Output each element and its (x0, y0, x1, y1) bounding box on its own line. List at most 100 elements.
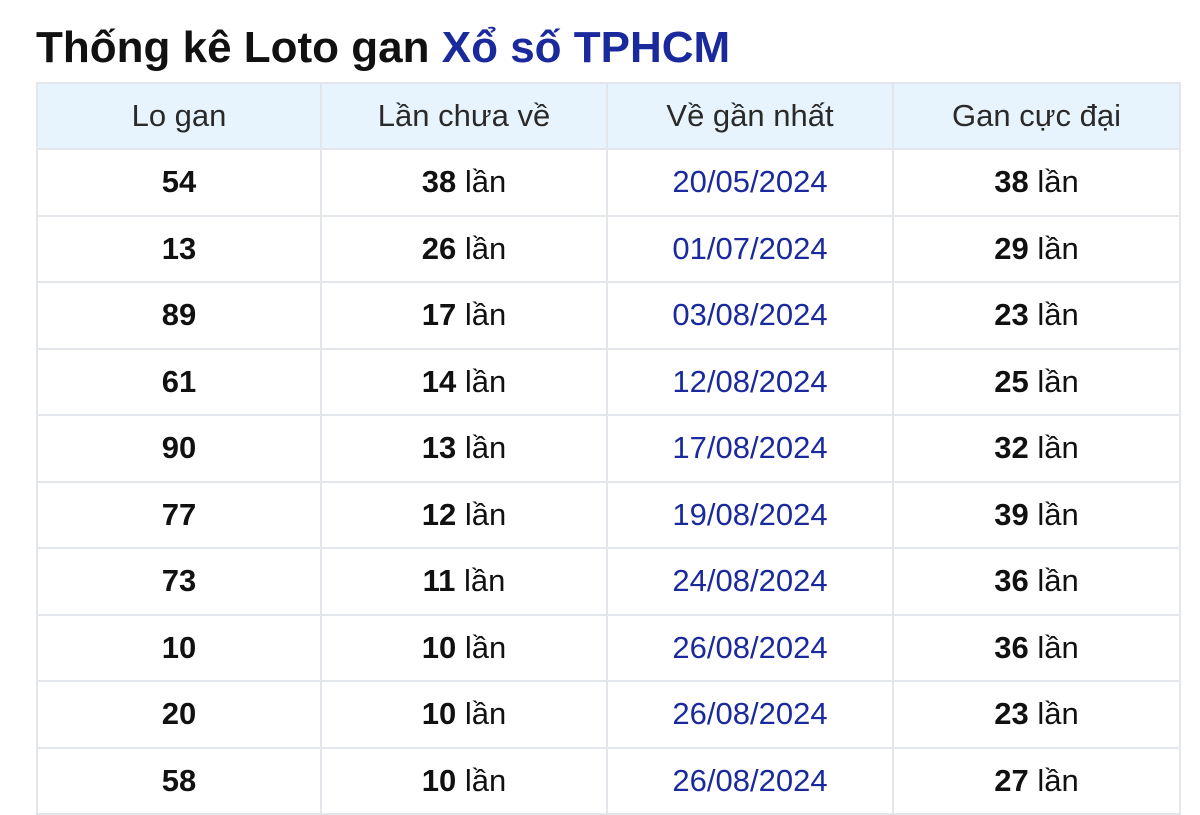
missed-count: 17 (421, 297, 457, 333)
cell-lo-gan: 54 (36, 148, 322, 217)
max-count: 23 (994, 297, 1029, 333)
max-count: 36 (994, 563, 1029, 599)
cell-ve-gan-nhat: 26/08/2024 (606, 746, 894, 815)
cell-lan-chua-ve: 17 lần (320, 281, 608, 350)
header-lan-chua-ve: Lần chưa về (320, 82, 608, 150)
header-ve-gan-nhat: Về gần nhất (606, 82, 894, 150)
lo-number: 77 (161, 496, 197, 532)
cell-lo-gan: 73 (36, 547, 322, 616)
last-date: 03/08/2024 (672, 297, 828, 333)
table-row: 54 38 lần 20/05/2024 38 lần (36, 148, 1181, 217)
cell-gan-cuc-dai: 27 lần (892, 746, 1181, 815)
table-row: 58 10 lần 26/08/2024 27 lần (36, 746, 1181, 815)
loto-gan-table: Lo gan Lần chưa về Về gần nhất Gan cực đ… (36, 82, 1181, 815)
max-unit: lần (1037, 496, 1079, 532)
max-count: 38 (994, 164, 1029, 200)
cell-ve-gan-nhat: 26/08/2024 (606, 680, 894, 749)
max-unit: lần (1037, 230, 1079, 266)
cell-lan-chua-ve: 10 lần (320, 613, 608, 682)
cell-lo-gan: 89 (36, 281, 322, 350)
last-date: 24/08/2024 (672, 563, 828, 599)
cell-lo-gan: 90 (36, 414, 322, 483)
max-count: 25 (994, 363, 1029, 399)
missed-count: 10 (421, 629, 457, 665)
cell-gan-cuc-dai: 23 lần (892, 281, 1181, 350)
table-row: 20 10 lần 26/08/2024 23 lần (36, 680, 1181, 749)
missed-unit: lần (464, 696, 507, 732)
cell-ve-gan-nhat: 12/08/2024 (606, 347, 894, 416)
cell-gan-cuc-dai: 32 lần (892, 414, 1181, 483)
max-unit: lần (1037, 762, 1079, 798)
max-unit: lần (1037, 430, 1079, 466)
cell-gan-cuc-dai: 29 lần (892, 214, 1181, 283)
table-row: 13 26 lần 01/07/2024 29 lần (36, 214, 1181, 283)
cell-ve-gan-nhat: 20/05/2024 (606, 148, 894, 217)
cell-gan-cuc-dai: 25 lần (892, 347, 1181, 416)
last-date: 26/08/2024 (672, 696, 828, 732)
last-date: 26/08/2024 (672, 629, 828, 665)
lo-number: 20 (161, 696, 197, 732)
max-count: 32 (994, 430, 1029, 466)
last-date: 12/08/2024 (672, 363, 828, 399)
max-count: 23 (994, 696, 1029, 732)
cell-lan-chua-ve: 38 lần (320, 148, 608, 217)
cell-ve-gan-nhat: 26/08/2024 (606, 613, 894, 682)
cell-lan-chua-ve: 12 lần (320, 480, 608, 549)
header-gan-cuc-dai: Gan cực đại (892, 82, 1181, 150)
cell-lo-gan: 58 (36, 746, 322, 815)
lo-number: 89 (161, 297, 197, 333)
max-unit: lần (1037, 297, 1079, 333)
table-row: 61 14 lần 12/08/2024 25 lần (36, 347, 1181, 416)
cell-lan-chua-ve: 10 lần (320, 680, 608, 749)
table-row: 89 17 lần 03/08/2024 23 lần (36, 281, 1181, 350)
cell-ve-gan-nhat: 03/08/2024 (606, 281, 894, 350)
cell-ve-gan-nhat: 24/08/2024 (606, 547, 894, 616)
max-unit: lần (1037, 164, 1079, 200)
last-date: 26/08/2024 (672, 762, 828, 798)
max-count: 39 (994, 496, 1029, 532)
missed-unit: lần (464, 762, 507, 798)
cell-lo-gan: 10 (36, 613, 322, 682)
lo-number: 10 (161, 629, 197, 665)
missed-unit: lần (464, 297, 507, 333)
max-count: 29 (994, 230, 1029, 266)
cell-gan-cuc-dai: 23 lần (892, 680, 1181, 749)
cell-lo-gan: 13 (36, 214, 322, 283)
missed-count: 14 (421, 363, 457, 399)
last-date: 17/08/2024 (672, 430, 828, 466)
missed-count: 13 (421, 430, 457, 466)
missed-count: 26 (421, 230, 457, 266)
missed-count: 10 (421, 762, 457, 798)
table-row: 90 13 lần 17/08/2024 32 lần (36, 414, 1181, 483)
table-header: Lo gan Lần chưa về Về gần nhất Gan cực đ… (36, 82, 1181, 150)
table-header-row: Lo gan Lần chưa về Về gần nhất Gan cực đ… (36, 82, 1181, 150)
last-date: 20/05/2024 (672, 164, 828, 200)
lo-number: 61 (161, 363, 197, 399)
page-title: Thống kê Loto gan Xổ số TPHCM (36, 18, 730, 78)
cell-lan-chua-ve: 13 lần (320, 414, 608, 483)
cell-ve-gan-nhat: 17/08/2024 (606, 414, 894, 483)
missed-unit: lần (464, 563, 506, 599)
cell-lo-gan: 20 (36, 680, 322, 749)
missed-unit: lần (464, 496, 507, 532)
missed-unit: lần (464, 629, 507, 665)
cell-lo-gan: 61 (36, 347, 322, 416)
lo-number: 73 (161, 563, 197, 599)
lo-number: 13 (161, 230, 197, 266)
missed-unit: lần (464, 164, 507, 200)
cell-gan-cuc-dai: 36 lần (892, 613, 1181, 682)
cell-ve-gan-nhat: 01/07/2024 (606, 214, 894, 283)
header-lo-gan: Lo gan (36, 82, 322, 150)
table-row: 10 10 lần 26/08/2024 36 lần (36, 613, 1181, 682)
max-unit: lần (1037, 696, 1079, 732)
max-count: 27 (994, 762, 1029, 798)
page-title-main: Thống kê Loto gan (36, 23, 430, 72)
lo-number: 58 (161, 762, 197, 798)
cell-gan-cuc-dai: 38 lần (892, 148, 1181, 217)
max-count: 36 (994, 629, 1029, 665)
cell-lan-chua-ve: 11 lần (320, 547, 608, 616)
lo-number: 54 (161, 164, 197, 200)
last-date: 19/08/2024 (672, 496, 828, 532)
cell-lan-chua-ve: 10 lần (320, 746, 608, 815)
missed-unit: lần (464, 430, 507, 466)
